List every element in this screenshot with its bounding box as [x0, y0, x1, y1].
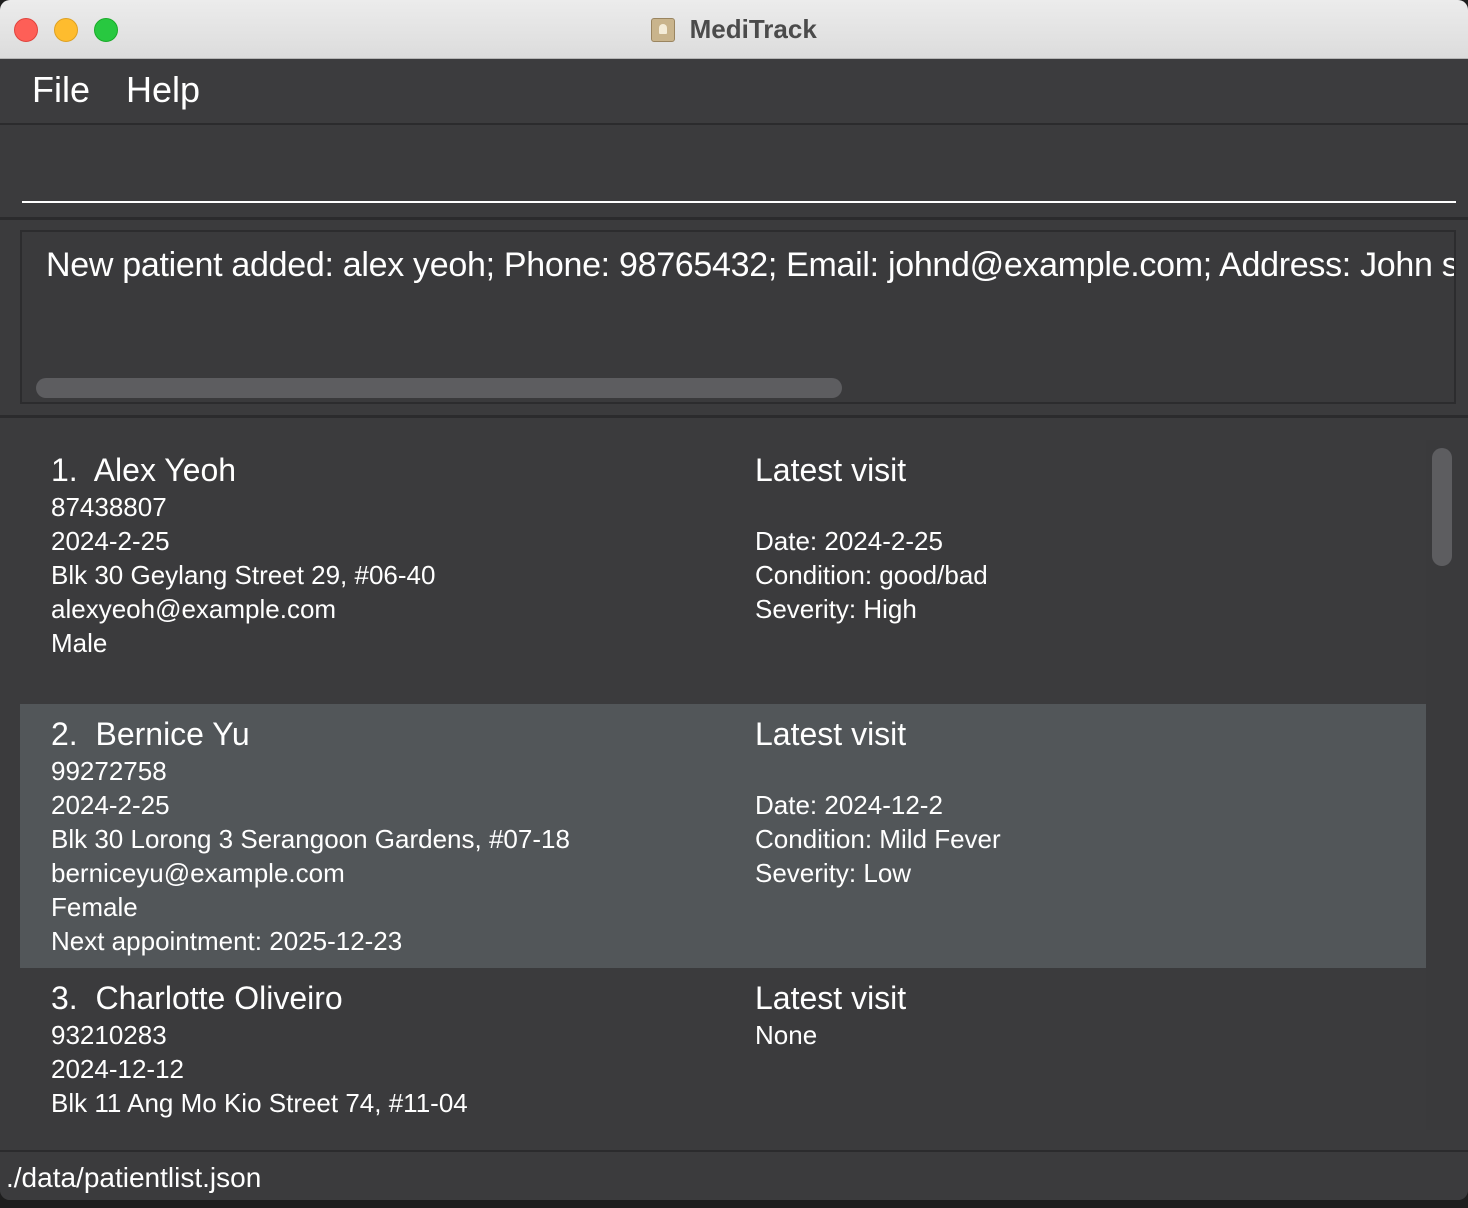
patient-address: Blk 11 Ang Mo Kio Street 74, #11-04 — [51, 1088, 468, 1118]
patient-address: Blk 30 Lorong 3 Serangoon Gardens, #07-1… — [51, 824, 570, 854]
patient-list: 1. Alex Yeoh 87438807 2024-2-25 Blk 30 G… — [20, 440, 1426, 1130]
result-display: New patient added: alex yeoh; Phone: 987… — [20, 230, 1456, 404]
visit-condition: Condition: Mild Fever — [755, 824, 1001, 854]
command-input[interactable] — [22, 139, 1456, 203]
patient-name-line: 2. Bernice Yu — [51, 716, 250, 753]
data-file-path: ./data/patientlist.json — [6, 1162, 262, 1193]
patient-index: 1. — [51, 452, 78, 488]
status-bar: ./data/patientlist.json — [0, 1150, 1468, 1200]
menu-bar: File Help — [0, 59, 1468, 125]
patient-date: 2024-2-25 — [51, 526, 170, 556]
visit-severity: Severity: High — [755, 594, 917, 624]
visit-condition: Condition: good/bad — [755, 560, 988, 590]
patient-phone: 99272758 — [51, 756, 167, 786]
window-title: MediTrack — [689, 14, 817, 44]
patient-index: 3. — [51, 980, 78, 1016]
patient-gender: Female — [51, 892, 138, 922]
section-divider — [0, 415, 1468, 418]
menu-help[interactable]: Help — [126, 69, 200, 111]
patient-list-scrollbar[interactable] — [1432, 448, 1452, 566]
patient-card[interactable]: 1. Alex Yeoh 87438807 2024-2-25 Blk 30 G… — [20, 440, 1426, 704]
visit-severity: Severity: Low — [755, 858, 912, 888]
command-box — [0, 125, 1468, 220]
patient-address: Blk 30 Geylang Street 29, #06-40 — [51, 560, 436, 590]
patient-date: 2024-12-12 — [51, 1054, 184, 1084]
patient-phone: 87438807 — [51, 492, 167, 522]
latest-visit-heading: Latest visit — [755, 980, 907, 1016]
patient-email: alexyeoh@example.com — [51, 594, 337, 624]
patient-date: 2024-2-25 — [51, 790, 170, 820]
patient-name-line: 1. Alex Yeoh — [51, 452, 236, 489]
patient-appointment: Next appointment: 2025-12-23 — [51, 926, 403, 956]
result-message: New patient added: alex yeoh; Phone: 987… — [46, 246, 1456, 284]
patient-name: Charlotte Oliveiro — [95, 980, 343, 1016]
title-bar: MediTrack — [0, 0, 1468, 59]
patient-phone: 93210283 — [51, 1020, 167, 1050]
latest-visit-heading: Latest visit — [755, 716, 907, 752]
visit-date: Date: 2024-2-25 — [755, 526, 943, 556]
patient-card[interactable]: 3. Charlotte Oliveiro 93210283 2024-12-1… — [20, 968, 1426, 1130]
app-window: MediTrack File Help New patient added: a… — [0, 0, 1468, 1200]
result-horizontal-scrollbar[interactable] — [36, 378, 842, 398]
patient-name: Alex Yeoh — [93, 452, 237, 488]
patient-email: berniceyu@example.com — [51, 858, 345, 888]
patient-name: Bernice Yu — [95, 716, 250, 752]
window-title-group: MediTrack — [0, 14, 1468, 45]
patient-index: 2. — [51, 716, 78, 752]
app-icon — [651, 17, 676, 42]
patient-name-line: 3. Charlotte Oliveiro — [51, 980, 343, 1017]
visit-date: Date: 2024-12-2 — [755, 790, 943, 820]
patient-card-selected[interactable]: 2. Bernice Yu 99272758 2024-2-25 Blk 30 … — [20, 704, 1426, 968]
menu-file[interactable]: File — [32, 69, 90, 111]
latest-visit-heading: Latest visit — [755, 452, 907, 488]
patient-gender: Male — [51, 628, 108, 658]
visit-none: None — [755, 1020, 818, 1050]
